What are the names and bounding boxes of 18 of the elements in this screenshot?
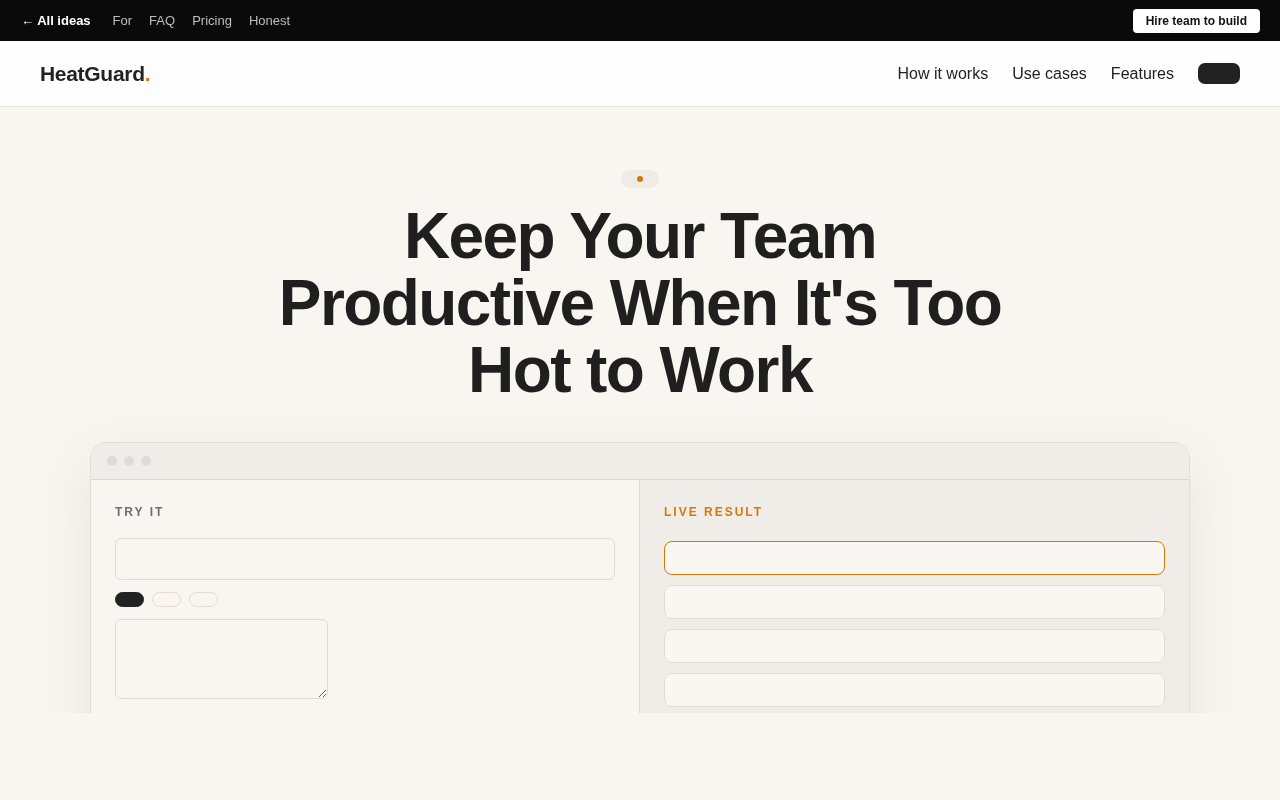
cta-button[interactable] bbox=[1198, 63, 1240, 84]
logo[interactable]: HeatGuard. bbox=[40, 61, 151, 86]
back-link[interactable]: ← All ideas bbox=[21, 13, 91, 28]
nav-link[interactable]: For bbox=[112, 13, 133, 28]
nav-link[interactable]: Pricing bbox=[192, 13, 232, 28]
text-area-field[interactable] bbox=[115, 619, 328, 699]
status-dot-icon bbox=[637, 176, 643, 182]
nav-link[interactable]: FAQ bbox=[149, 13, 176, 28]
section-label: TRY IT bbox=[115, 504, 166, 520]
nav-link[interactable]: How it works bbox=[897, 64, 989, 83]
hire-button[interactable]: Hire team to build bbox=[1132, 8, 1260, 33]
option-chip[interactable] bbox=[115, 592, 144, 607]
section-label: LIVE RESULT bbox=[664, 504, 765, 520]
nav-link[interactable]: Use cases bbox=[1012, 64, 1087, 83]
input-field[interactable] bbox=[115, 538, 615, 580]
nav-link[interactable]: Features bbox=[1110, 64, 1174, 83]
hero-heading: Keep Your Team Productive When It's Too Hot to Work bbox=[277, 203, 1003, 404]
nav-link[interactable]: Honest bbox=[248, 13, 291, 28]
